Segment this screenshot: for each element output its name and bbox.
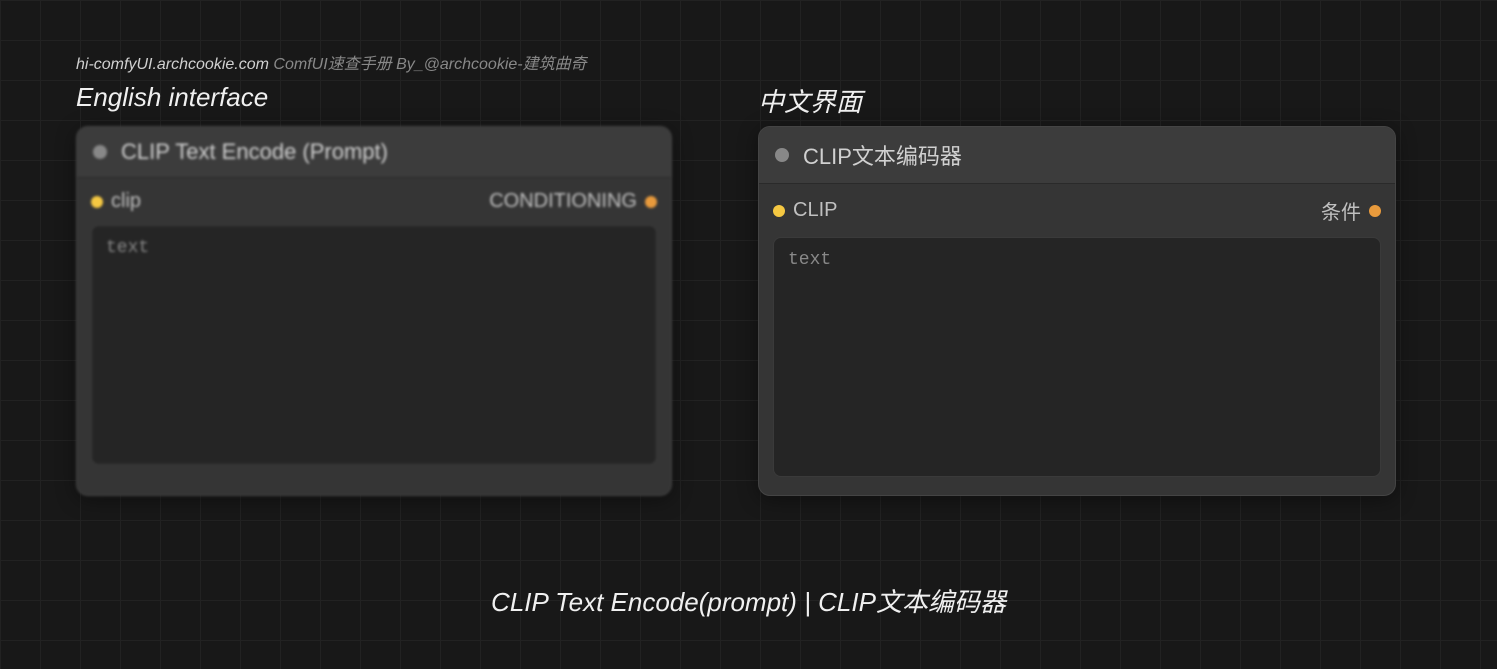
node-ports: clip CONDITIONING xyxy=(77,178,671,225)
input-port-label: clip xyxy=(111,190,141,213)
node-header[interactable]: CLIP文本编码器 xyxy=(759,127,1395,184)
node-header[interactable]: CLIP Text Encode (Prompt) xyxy=(77,127,671,178)
node-title: CLIP文本编码器 xyxy=(803,139,962,171)
section-label-english: English interface xyxy=(76,82,268,113)
input-port-clip[interactable]: clip xyxy=(91,190,141,213)
watermark: hi-comfyUI.archcookie.com ComfUI速查手册 By_… xyxy=(76,50,587,74)
footer-caption: CLIP Text Encode(prompt) | CLIP文本编码器 xyxy=(491,582,1006,619)
output-port-label: 条件 xyxy=(1321,196,1361,225)
text-placeholder: text xyxy=(788,250,1366,270)
port-dot-icon xyxy=(91,196,103,208)
node-clip-text-encode-en[interactable]: CLIP Text Encode (Prompt) clip CONDITION… xyxy=(76,126,672,496)
input-port-clip[interactable]: CLIP xyxy=(773,199,837,222)
node-title: CLIP Text Encode (Prompt) xyxy=(121,139,388,165)
node-status-dot-icon xyxy=(775,148,789,162)
output-port-conditioning[interactable]: CONDITIONING xyxy=(489,190,657,213)
output-port-conditioning[interactable]: 条件 xyxy=(1321,196,1381,225)
section-label-chinese: 中文界面 xyxy=(758,82,862,119)
output-port-label: CONDITIONING xyxy=(489,190,637,213)
node-body: text xyxy=(77,225,671,479)
watermark-site: hi-comfyUI.archcookie.com xyxy=(76,56,269,73)
node-status-dot-icon xyxy=(93,145,107,159)
port-dot-icon xyxy=(645,196,657,208)
port-dot-icon xyxy=(1369,205,1381,217)
watermark-desc: ComfUI速查手册 By_@archcookie-建筑曲奇 xyxy=(273,56,586,73)
node-body: text xyxy=(759,237,1395,491)
port-dot-icon xyxy=(773,205,785,217)
text-placeholder: text xyxy=(106,238,642,258)
node-clip-text-encode-cn[interactable]: CLIP文本编码器 CLIP 条件 text xyxy=(758,126,1396,496)
text-input[interactable]: text xyxy=(91,225,657,465)
text-input[interactable]: text xyxy=(773,237,1381,477)
input-port-label: CLIP xyxy=(793,199,837,222)
node-ports: CLIP 条件 xyxy=(759,184,1395,237)
